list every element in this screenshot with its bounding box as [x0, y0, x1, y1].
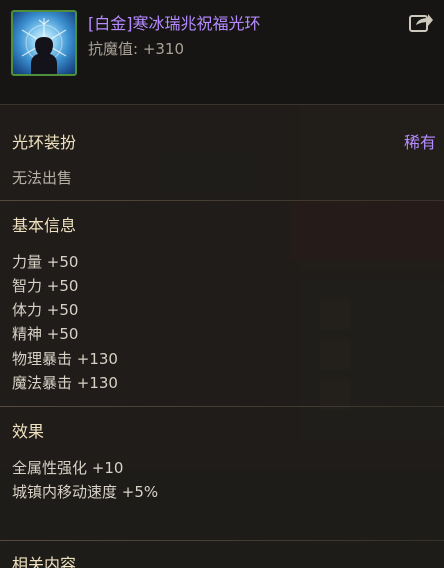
header-divider [0, 104, 444, 105]
item-magic-resist-stat: 抗魔值: +310 [88, 40, 185, 58]
effect-line: 城镇内移动速度 +5% [12, 483, 159, 501]
share-button[interactable] [408, 10, 434, 34]
rarity-label: 稀有 [403, 133, 436, 152]
effect-line: 全属性强化 +10 [12, 459, 124, 477]
stat-line: 精神 +50 [12, 325, 79, 343]
stat-line: 物理暴击 +130 [12, 350, 118, 368]
stat-line: 智力 +50 [12, 277, 79, 295]
stat-line: 魔法暴击 +130 [12, 374, 118, 392]
item-name: [白金]寒冰瑞兆祝福光环 [88, 14, 261, 33]
effects-title: 效果 [12, 422, 45, 441]
share-icon [409, 14, 433, 32]
related-content-title: 相关内容 [12, 555, 77, 568]
stat-line: 力量 +50 [12, 253, 79, 271]
trade-note: 无法出售 [12, 169, 73, 187]
basic-info-title: 基本信息 [12, 216, 77, 235]
aura-section-title: 光环装扮 [12, 133, 77, 152]
section-divider [0, 406, 444, 407]
stat-line: 体力 +50 [12, 301, 79, 319]
section-divider [0, 540, 444, 541]
section-divider [0, 200, 444, 201]
frost-aura-item-icon [11, 10, 77, 76]
item-tooltip-window: [白金]寒冰瑞兆祝福光环 抗魔值: +310 光环装扮 稀有 无法出售 基本信息… [0, 0, 444, 568]
